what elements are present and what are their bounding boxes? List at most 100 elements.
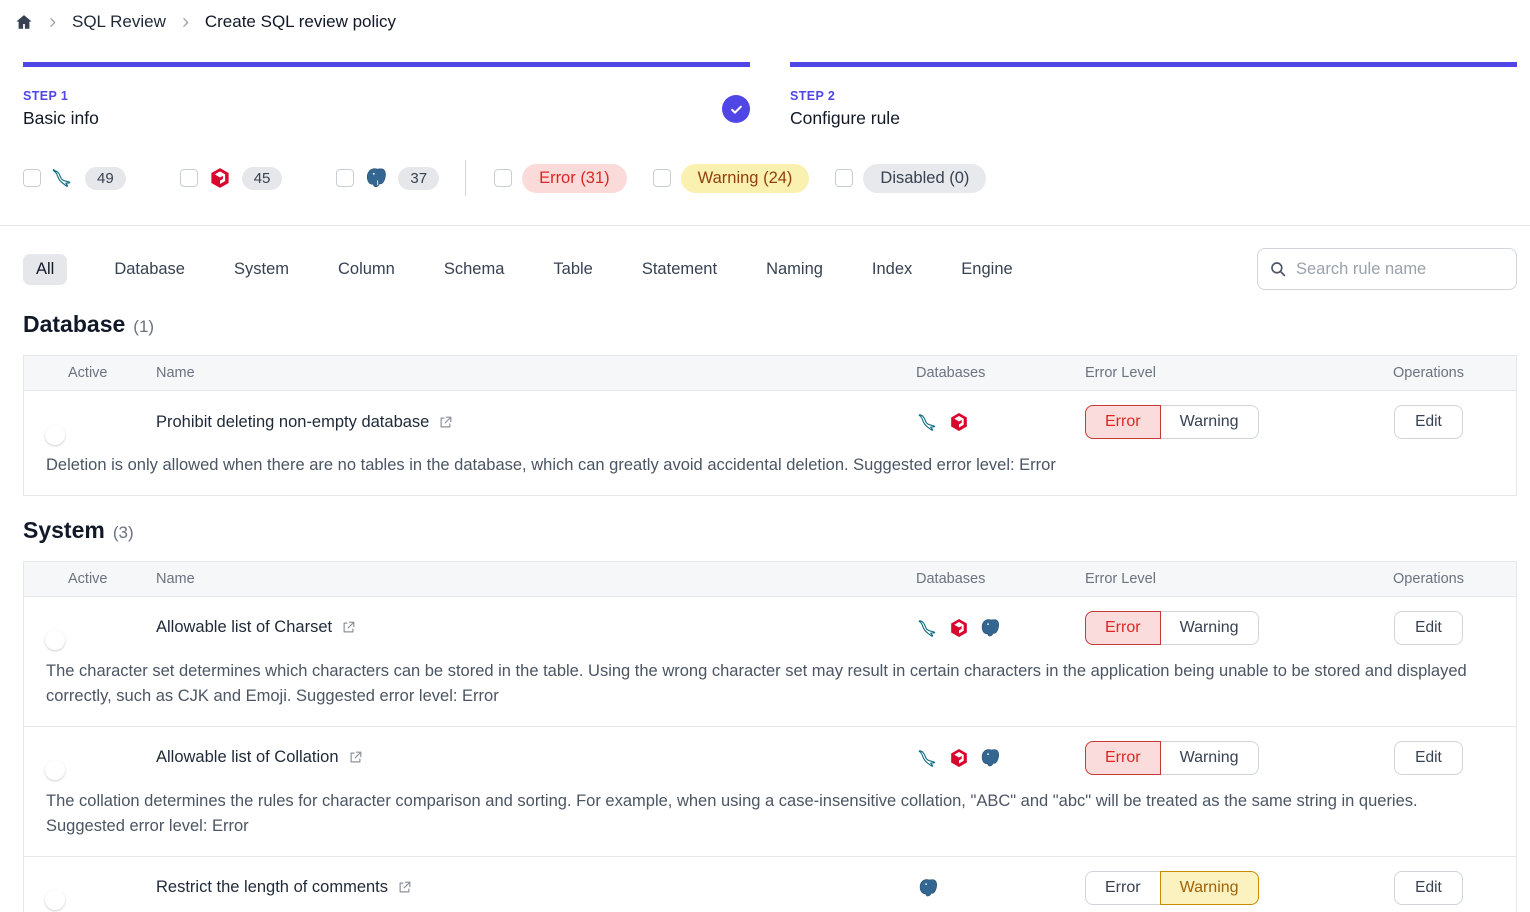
warning-level-button[interactable]: Warning	[1160, 741, 1259, 775]
tidb-rule-count: 45	[242, 167, 283, 190]
section-title: System	[23, 517, 105, 544]
rule-name-link[interactable]: Allowable list of Collation	[156, 748, 363, 767]
tab-index[interactable]: Index	[870, 254, 914, 285]
column-header-name: Name	[156, 571, 841, 587]
table-header-row: Active Name Databases Error Level Operat…	[24, 562, 1516, 597]
disabled-filter-checkbox[interactable]	[835, 169, 853, 187]
disabled-count-pill: Disabled (0)	[863, 164, 986, 193]
filter-engine-postgres: 37	[336, 166, 439, 190]
filter-bar: 49 45 37	[0, 160, 1530, 196]
system-rules-table: Active Name Databases Error Level Operat…	[23, 561, 1517, 912]
step-label: STEP 1	[23, 89, 750, 103]
mysql-filter-checkbox[interactable]	[23, 169, 41, 187]
breadcrumb-current-page: Create SQL review policy	[205, 12, 396, 32]
postgresql-elephant-icon	[978, 616, 1002, 640]
column-header-active: Active	[24, 571, 156, 587]
rule-name-text: Restrict the length of comments	[156, 878, 388, 897]
tidb-logo-icon	[208, 166, 232, 190]
step-2-configure-rule[interactable]: STEP 2 Configure rule	[790, 62, 1517, 129]
edit-button[interactable]: Edit	[1394, 405, 1463, 439]
warning-level-button[interactable]: Warning	[1160, 405, 1259, 439]
table-row: Allowable list of Collation	[24, 727, 1516, 789]
postgresql-elephant-icon	[978, 746, 1002, 770]
edit-button[interactable]: Edit	[1394, 611, 1463, 645]
tab-system[interactable]: System	[232, 254, 291, 285]
error-level-button[interactable]: Error	[1085, 741, 1161, 775]
external-link-icon	[438, 415, 453, 430]
step-indicator: STEP 1 Basic info STEP 2 Configure rule	[0, 62, 1530, 129]
rule-allowable-list-of-charset: Allowable list of Charset	[24, 597, 1516, 727]
rule-name-text: Allowable list of Charset	[156, 618, 332, 637]
error-level-toggle-group: Error Warning	[1085, 741, 1259, 775]
tab-statement[interactable]: Statement	[640, 254, 719, 285]
breadcrumb-sql-review[interactable]: SQL Review	[72, 12, 166, 32]
rule-name-link[interactable]: Allowable list of Charset	[156, 618, 356, 637]
rule-name-link[interactable]: Prohibit deleting non-empty database	[156, 413, 453, 432]
rule-name-text: Prohibit deleting non-empty database	[156, 413, 429, 432]
rule-description: The character set determines which chara…	[24, 659, 1516, 726]
error-level-toggle-group: Error Warning	[1085, 871, 1259, 905]
warning-count-pill: Warning (24)	[681, 164, 810, 193]
external-link-icon	[341, 620, 356, 635]
home-icon[interactable]	[15, 13, 33, 31]
tidb-filter-checkbox[interactable]	[180, 169, 198, 187]
section-title: Database	[23, 311, 125, 338]
table-row: Prohibit deleting non-empty database	[24, 391, 1516, 453]
system-section-heading: System (3)	[0, 517, 1530, 544]
step-1-basic-info[interactable]: STEP 1 Basic info	[23, 62, 750, 129]
rule-description: Deletion is only allowed when there are …	[24, 453, 1516, 495]
postgres-filter-checkbox[interactable]	[336, 169, 354, 187]
search-input[interactable]	[1257, 248, 1517, 290]
tab-schema[interactable]: Schema	[442, 254, 507, 285]
column-header-name: Name	[156, 365, 841, 381]
rule-name-text: Allowable list of Collation	[156, 748, 339, 767]
warning-level-button[interactable]: Warning	[1160, 611, 1259, 645]
filter-level-disabled: Disabled (0)	[835, 164, 986, 193]
section-count: (1)	[133, 317, 154, 337]
column-header-error-level: Error Level	[1061, 571, 1341, 587]
column-header-active: Active	[24, 365, 156, 381]
rule-name-link[interactable]: Restrict the length of comments	[156, 878, 412, 897]
section-count: (3)	[113, 523, 134, 543]
error-level-button[interactable]: Error	[1085, 611, 1161, 645]
tab-column[interactable]: Column	[336, 254, 397, 285]
column-header-databases: Databases	[841, 365, 1061, 381]
column-header-error-level: Error Level	[1061, 365, 1341, 381]
mysql-dolphin-icon	[916, 616, 940, 640]
tab-all[interactable]: All	[23, 254, 67, 285]
rule-restrict-length-of-comments: Restrict the length of comments Error Wa…	[24, 857, 1516, 912]
mysql-dolphin-icon	[916, 410, 940, 434]
step-title: Basic info	[23, 108, 750, 129]
error-level-button[interactable]: Error	[1085, 871, 1161, 905]
rule-description: The collation determines the rules for c…	[24, 789, 1516, 856]
section-divider	[0, 225, 1530, 226]
error-level-button[interactable]: Error	[1085, 405, 1161, 439]
database-rules-table: Active Name Databases Error Level Operat…	[23, 355, 1517, 496]
filter-engine-mysql: 49	[23, 166, 126, 190]
edit-button[interactable]: Edit	[1394, 741, 1463, 775]
search-box	[1257, 248, 1517, 290]
category-tab-bar: All Database System Column Schema Table …	[0, 248, 1530, 290]
tab-engine[interactable]: Engine	[959, 254, 1014, 285]
tidb-logo-icon	[947, 746, 971, 770]
warning-filter-checkbox[interactable]	[653, 169, 671, 187]
error-filter-checkbox[interactable]	[494, 169, 512, 187]
step-complete-check-icon	[722, 95, 750, 123]
postgres-rule-count: 37	[398, 167, 439, 190]
postgresql-elephant-icon	[364, 166, 388, 190]
create-sql-review-policy-page: SQL Review Create SQL review policy STEP…	[0, 0, 1530, 912]
rule-allowable-list-of-collation: Allowable list of Collation	[24, 727, 1516, 857]
column-header-databases: Databases	[841, 571, 1061, 587]
external-link-icon	[348, 750, 363, 765]
step-label: STEP 2	[790, 89, 1517, 103]
tab-database[interactable]: Database	[112, 254, 187, 285]
error-count-pill: Error (31)	[522, 164, 627, 193]
mysql-rule-count: 49	[85, 167, 126, 190]
warning-level-button[interactable]: Warning	[1160, 871, 1259, 905]
breadcrumb: SQL Review Create SQL review policy	[0, 0, 1530, 32]
tab-naming[interactable]: Naming	[764, 254, 825, 285]
tab-table[interactable]: Table	[551, 254, 594, 285]
filter-level-error: Error (31)	[494, 164, 627, 193]
table-header-row: Active Name Databases Error Level Operat…	[24, 356, 1516, 391]
edit-button[interactable]: Edit	[1394, 871, 1463, 905]
